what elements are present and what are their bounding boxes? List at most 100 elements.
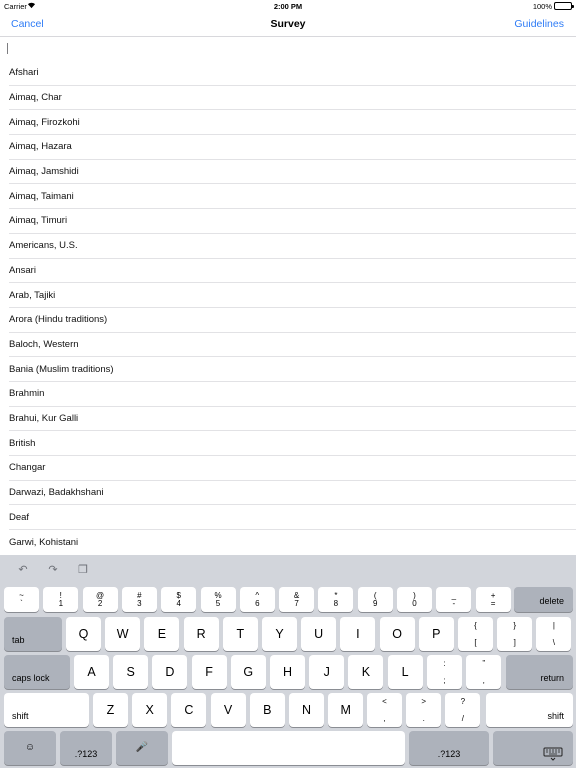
key-e[interactable]: E (144, 617, 180, 651)
key-b[interactable]: B (249, 693, 285, 727)
redo-icon[interactable]: ↷ (46, 564, 60, 576)
key-punct-z-1[interactable]: >. (406, 693, 442, 727)
list-item[interactable]: Changar (9, 456, 576, 481)
key-w[interactable]: W (105, 617, 141, 651)
key-7[interactable]: & 7 (279, 587, 315, 612)
emoji-key[interactable]: ☺ (4, 731, 56, 765)
list-item[interactable]: Garwi, Kohistani (9, 530, 576, 555)
key-8[interactable]: * 8 (318, 587, 354, 612)
key-3[interactable]: #3 (121, 587, 157, 612)
search-field[interactable] (0, 37, 576, 61)
key-m-label: M (340, 703, 351, 717)
numbers-key-right-label: .?123 (437, 749, 461, 759)
list-item[interactable]: Ansari (9, 259, 576, 284)
key-punct-z-0[interactable]: <, (367, 693, 402, 727)
caps-lock-key[interactable]: caps lock (4, 655, 70, 689)
return-key[interactable]: return (506, 655, 573, 689)
dictation-key[interactable]: 🎤 (116, 731, 168, 765)
key-o[interactable]: O (379, 617, 415, 651)
key-punct-0[interactable]: :; (427, 655, 462, 689)
key-v[interactable]: V (210, 693, 246, 727)
shift-key-right[interactable]: shift (486, 693, 573, 727)
list-item[interactable]: Aimaq, Char (9, 86, 576, 111)
key-\[interactable]: | \ (536, 617, 572, 651)
key-l[interactable]: L (387, 655, 423, 689)
key-6[interactable]: ^ 6 (239, 587, 275, 612)
key-p[interactable]: P (418, 617, 454, 651)
key-9[interactable]: (9 (357, 587, 393, 612)
key-[[interactable]: {[ (458, 617, 493, 651)
list-item[interactable]: Aimaq, Jamshidi (9, 160, 576, 185)
list-item[interactable]: Afshari (9, 61, 576, 86)
key-punct-1[interactable]: ”, (466, 655, 502, 689)
list-item-label: Brahui, Kur Galli (9, 412, 79, 424)
list-item[interactable]: Arab, Tajiki (9, 283, 576, 308)
list-item[interactable]: Americans, U.S. (9, 234, 576, 259)
key-q[interactable]: Q (66, 617, 101, 651)
key-punct-z-0-label: , (383, 714, 386, 723)
key-4[interactable]: $4 (161, 587, 197, 612)
battery-icon (554, 2, 574, 10)
key-2[interactable]: @2 (82, 587, 118, 612)
list-item[interactable]: Aimaq, Taimani (9, 184, 576, 210)
list-item[interactable]: Brahmin (9, 382, 576, 407)
key-j[interactable]: J (309, 655, 345, 689)
key-n[interactable]: N (289, 693, 324, 727)
list-item[interactable]: Deaf (9, 505, 576, 531)
key-a[interactable]: A (74, 655, 109, 689)
key-u-label: U (314, 627, 324, 641)
key-t[interactable]: T (222, 617, 258, 651)
ethnicity-list[interactable]: Afshari Aimaq, Char Aimaq, Firozkohi Aimaq,… (0, 61, 576, 555)
guidelines-button[interactable]: Guidelines (514, 18, 564, 30)
numbers-key-right[interactable]: .?123 (409, 731, 489, 765)
key---label: - (452, 599, 456, 608)
key-i[interactable]: I (340, 617, 376, 651)
key-2-label: 2 (97, 599, 103, 608)
status-bar: Carrier 2:00 PM 100% (0, 0, 576, 12)
key-][interactable]: }] (497, 617, 533, 651)
key-5[interactable]: % 5 (200, 587, 236, 612)
microphone-icon: 🎤 (135, 742, 149, 753)
key-punct-z-2[interactable]: ? / (445, 693, 481, 727)
key-0[interactable]: ) 0 (397, 587, 432, 612)
hide-keyboard-key[interactable] (493, 731, 573, 765)
key-r[interactable]: R (183, 617, 219, 651)
keyboard-hide-icon (543, 747, 563, 761)
key-z-label: Z (106, 703, 115, 717)
key-c[interactable]: C (171, 693, 207, 727)
key-1[interactable]: ! 1 (43, 587, 79, 612)
list-item[interactable]: Aimaq, Hazara (9, 135, 576, 160)
key-x[interactable]: X (132, 693, 168, 727)
key-`[interactable]: ~ ` (4, 587, 39, 612)
search-input[interactable] (10, 40, 565, 58)
key-k[interactable]: K (348, 655, 384, 689)
list-item[interactable]: Baloch, Western (9, 333, 576, 358)
list-item[interactable]: Darwazi, Badakhshani (9, 481, 576, 506)
key-z[interactable]: Z (93, 693, 128, 727)
key-s[interactable]: S (113, 655, 149, 689)
list-item[interactable]: Arora (Hindu traditions) (9, 308, 576, 333)
list-item[interactable]: Aimaq, Timuri (9, 209, 576, 234)
key-y[interactable]: Y (262, 617, 297, 651)
numbers-key-left[interactable]: .?123 (60, 731, 112, 765)
list-item[interactable]: Bania (Muslim traditions) (9, 357, 576, 382)
key-punct-1-shift-label: ” (482, 659, 486, 668)
key-h[interactable]: H (270, 655, 305, 689)
key-d[interactable]: D (152, 655, 188, 689)
undo-icon[interactable]: ↶ (16, 564, 30, 576)
key-u[interactable]: U (301, 617, 337, 651)
list-item[interactable]: Aimaq, Firozkohi (9, 110, 576, 136)
space-key[interactable] (172, 731, 405, 765)
shift-key-left[interactable]: shift (4, 693, 89, 727)
key-f[interactable]: F (191, 655, 227, 689)
key--[interactable]: _ - (436, 587, 472, 612)
key-p-label: P (432, 627, 441, 641)
paste-icon[interactable]: ❐ (76, 564, 90, 576)
key-=[interactable]: + = (475, 587, 511, 612)
delete-key[interactable]: delete (514, 587, 573, 612)
tab-key[interactable]: tab (4, 617, 62, 651)
key-m[interactable]: M (328, 693, 364, 727)
list-item[interactable]: British (9, 431, 576, 456)
list-item[interactable]: Brahui, Kur Galli (9, 407, 576, 432)
key-g[interactable]: G (230, 655, 266, 689)
